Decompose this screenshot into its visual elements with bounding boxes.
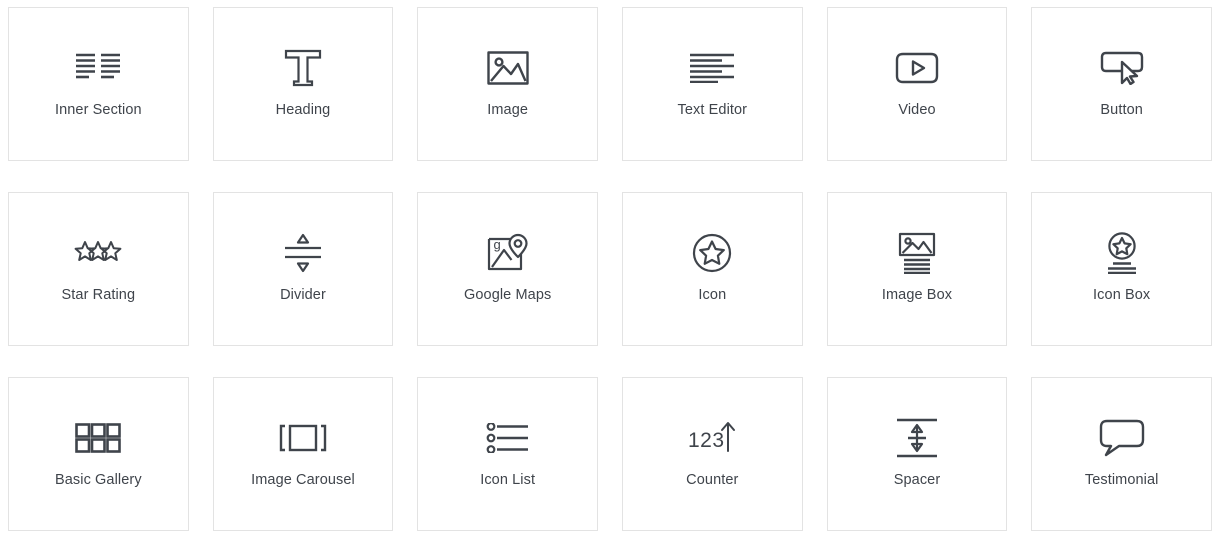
- widget-card-star-rating[interactable]: Star Rating: [8, 192, 189, 346]
- widget-label: Spacer: [893, 472, 941, 488]
- divider-icon: [282, 231, 324, 275]
- widget-card-google-maps[interactable]: g Google Maps: [417, 192, 598, 346]
- widget-grid: Inner Section Heading Image Text Editor …: [8, 7, 1212, 531]
- widget-label: Video: [898, 102, 936, 118]
- inner-section-icon: [75, 46, 121, 90]
- widget-card-counter[interactable]: 123 Counter: [622, 377, 803, 531]
- widget-card-icon[interactable]: Icon: [622, 192, 803, 346]
- widget-card-testimonial[interactable]: Testimonial: [1031, 377, 1212, 531]
- basic-gallery-grid-icon: [75, 416, 122, 460]
- widget-label: Basic Gallery: [54, 472, 142, 488]
- widget-card-icon-box[interactable]: Icon Box: [1031, 192, 1212, 346]
- svg-text:g: g: [493, 237, 500, 252]
- svg-text:123: 123: [688, 429, 725, 452]
- widget-label: Button: [1100, 102, 1143, 118]
- widget-label: Icon: [698, 287, 727, 303]
- icon-box-icon: [1102, 231, 1142, 275]
- image-box-icon: [896, 231, 938, 275]
- widget-card-image[interactable]: Image: [417, 7, 598, 161]
- widget-label: Counter: [686, 472, 739, 488]
- widget-label: Heading: [275, 102, 331, 118]
- widget-card-divider[interactable]: Divider: [212, 192, 394, 346]
- image-carousel-icon: [279, 416, 327, 460]
- widget-panel: Inner Section Heading Image Text Editor …: [0, 0, 1221, 540]
- counter-123-arrow-icon: 123: [688, 416, 736, 460]
- testimonial-bubble-icon: [1099, 416, 1145, 460]
- widget-card-video[interactable]: Video: [826, 7, 1008, 161]
- widget-label: Text Editor: [677, 102, 748, 118]
- google-maps-pin-icon: g: [487, 231, 529, 275]
- widget-card-inner-section[interactable]: Inner Section: [8, 7, 189, 161]
- widget-label: Google Maps: [463, 287, 552, 303]
- widget-label: Divider: [280, 287, 326, 303]
- star-rating-icon: [74, 231, 122, 275]
- widget-label: Image: [487, 102, 529, 118]
- widget-card-icon-list[interactable]: Icon List: [417, 377, 598, 531]
- widget-label: Icon List: [480, 472, 536, 488]
- widget-label: Testimonial: [1084, 472, 1159, 488]
- spacer-arrows-icon: [895, 416, 939, 460]
- video-play-icon: [895, 46, 939, 90]
- widget-card-spacer[interactable]: Spacer: [826, 377, 1008, 531]
- widget-card-image-carousel[interactable]: Image Carousel: [212, 377, 394, 531]
- widget-label: Image Carousel: [251, 472, 355, 488]
- widget-label: Inner Section: [54, 102, 142, 118]
- widget-label: Star Rating: [61, 287, 136, 303]
- widget-card-button[interactable]: Button: [1031, 7, 1212, 161]
- heading-t-icon: [283, 46, 323, 90]
- widget-card-basic-gallery[interactable]: Basic Gallery: [8, 377, 189, 531]
- widget-label: Image Box: [881, 287, 953, 303]
- icon-circle-star-icon: [692, 231, 732, 275]
- widget-card-image-box[interactable]: Image Box: [826, 192, 1008, 346]
- widget-label: Icon Box: [1093, 287, 1151, 303]
- image-picture-icon: [486, 46, 529, 90]
- widget-card-text-editor[interactable]: Text Editor: [622, 7, 803, 161]
- button-cursor-icon: [1100, 46, 1144, 90]
- icon-list-icon: [486, 416, 530, 460]
- text-editor-lines-icon: [689, 46, 735, 90]
- widget-card-heading[interactable]: Heading: [212, 7, 394, 161]
